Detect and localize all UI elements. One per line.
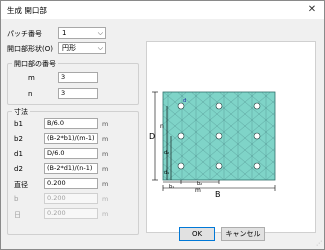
chevron-down-icon: ⌵ — [97, 29, 103, 37]
b2-unit: m — [102, 135, 109, 143]
label-D: D — [149, 132, 155, 141]
b1-label: b1 — [14, 120, 23, 128]
label-n: n — [160, 123, 164, 130]
dialog-body: パッチ番号 1 ⌵ 開口部形状(O) 円形 ⌵ 開口部の番号 m 3 n 3 寸… — [1, 19, 324, 249]
h-input: 0.200 — [44, 208, 98, 219]
window-title: 生成 開口部 — [7, 6, 47, 15]
m-label: m — [28, 74, 35, 82]
diagram-preview: D B m n b₁ b₂ d₁ d₂ d — [146, 41, 316, 233]
label-m: m — [195, 187, 201, 194]
opening-diagram: D B m n b₁ b₂ d₁ d₂ d — [149, 91, 276, 199]
patch-number-value: 1 — [62, 29, 67, 37]
dialog-window: 生成 開口部 ✕ パッチ番号 1 ⌵ 開口部形状(O) 円形 ⌵ 開口部の番号 … — [0, 0, 325, 250]
label-b1: b₁ — [169, 184, 174, 190]
h-unit: m — [102, 210, 109, 218]
b-unit: m — [102, 195, 109, 203]
b2-label: b2 — [14, 135, 23, 143]
close-icon[interactable]: ✕ — [305, 3, 319, 17]
b1-unit: m — [102, 120, 109, 128]
diameter-unit: m — [102, 180, 109, 188]
patch-number-label: パッチ番号 — [7, 30, 42, 38]
opening-shape-value: 円形 — [62, 44, 76, 52]
label-B: B — [215, 190, 221, 199]
m-input[interactable]: 3 — [58, 72, 98, 83]
d1-unit: m — [102, 150, 109, 158]
label-d1: d₁ — [164, 170, 169, 176]
b-label: b — [14, 195, 19, 203]
d2-label: d2 — [14, 165, 23, 173]
ok-button[interactable]: OK — [179, 227, 215, 241]
n-label: n — [28, 90, 33, 98]
d1-input[interactable]: D/6.0 — [44, 148, 98, 159]
title-bar: 生成 開口部 ✕ — [1, 1, 324, 19]
label-d: d — [183, 98, 186, 104]
opening-shape-select[interactable]: 円形 ⌵ — [58, 42, 106, 54]
resize-grip-icon[interactable]: ⋰ — [316, 240, 322, 247]
d2-unit: m — [102, 165, 109, 173]
chevron-down-icon: ⌵ — [97, 44, 103, 52]
label-b2: b₂ — [197, 181, 202, 187]
n-input[interactable]: 3 — [58, 88, 98, 99]
dimensions-title: 寸法 — [12, 107, 30, 117]
opening-shape-label: 開口部形状(O) — [7, 45, 53, 53]
cancel-button[interactable]: キャンセル — [221, 227, 265, 241]
dimensions-group: 寸法 b1 B/6.0 m b2 (B-2*b1)/(m-1) m d1 D/6… — [7, 107, 139, 235]
patch-number-select[interactable]: 1 ⌵ — [58, 27, 106, 39]
h-label: 日 — [14, 211, 21, 219]
b1-input[interactable]: B/6.0 — [44, 118, 98, 129]
diameter-input[interactable]: 0.200 — [44, 178, 98, 189]
label-d2: d₂ — [164, 150, 169, 156]
diameter-label: 直径 — [14, 181, 28, 189]
d2-input[interactable]: (B-2*d1)/(n-1) — [44, 163, 98, 174]
opening-number-title: 開口部の番号 — [12, 59, 58, 69]
d1-label: d1 — [14, 150, 23, 158]
b2-input[interactable]: (B-2*b1)/(m-1) — [44, 133, 98, 144]
opening-number-group: 開口部の番号 m 3 n 3 — [7, 59, 139, 105]
b-input: 0.200 — [44, 193, 98, 204]
